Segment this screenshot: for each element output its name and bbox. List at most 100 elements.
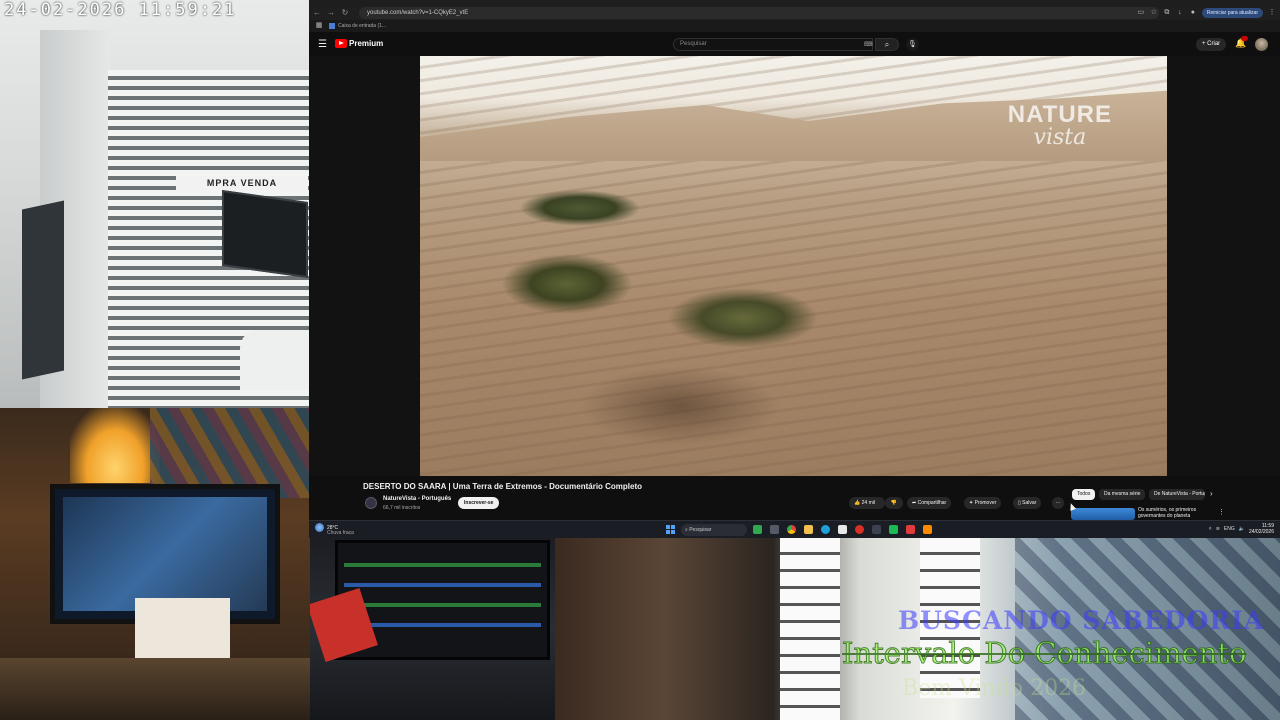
chip-all[interactable]: Todos	[1072, 489, 1096, 500]
taskbar-search-label: Pesquisar	[689, 527, 712, 533]
sparkle-icon: ✦	[969, 500, 974, 506]
windows-taskbar: 28°C Chuva fraca ⌕ Pesquisar ˄ ≋ ENG 🔈 1…	[309, 520, 1280, 538]
rain-cloud-icon	[315, 523, 324, 532]
save-button[interactable]: ▯ Salvar	[1013, 497, 1042, 509]
account-avatar[interactable]	[1255, 38, 1268, 51]
clock-date: 24/02/2026	[1248, 529, 1274, 535]
tray-chevron-icon[interactable]: ˄	[1209, 526, 1212, 532]
address-bar-row: ← → ↻ youtube.com/watch?v=1-CQkyE2_vtE ▭…	[309, 6, 1280, 20]
keyboard-icon[interactable]: ⌨	[864, 41, 873, 48]
notification-badge	[1241, 36, 1248, 41]
back-icon[interactable]: ←	[311, 7, 323, 19]
taskbar-app-icon-3[interactable]	[889, 525, 898, 534]
like-button[interactable]: 👍 24 mil	[849, 497, 885, 509]
create-button[interactable]: + Criar	[1196, 38, 1227, 51]
video-title: DESERTO DO SAARA | Uma Terra de Extremos…	[363, 482, 643, 491]
voice-search-button[interactable]: 🎙	[906, 38, 919, 51]
channel-watermark: NATURE vista	[1008, 101, 1112, 150]
recommendation-title[interactable]: Os sumérios, os primeiros governantes do…	[1138, 507, 1218, 519]
window-grille	[780, 538, 840, 720]
weather-description: Chuva fraca	[327, 530, 354, 536]
restart-to-update-button[interactable]: Reiniciar para atualizar	[1201, 8, 1263, 18]
subscribe-button[interactable]: Inscrever-se	[458, 497, 500, 509]
lamp-light	[70, 408, 160, 483]
microphone-icon: 🎙	[908, 41, 917, 48]
extensions-icon[interactable]: ⧉	[1163, 9, 1171, 17]
search-button[interactable]: ⌕	[875, 38, 899, 51]
taskbar-app-icon-1[interactable]	[753, 525, 762, 534]
browser-window: ← → ↻ youtube.com/watch?v=1-CQkyE2_vtE ▭…	[309, 0, 1280, 520]
search-icon: ⌕	[884, 40, 890, 49]
downloads-icon[interactable]: ↓	[1176, 9, 1184, 17]
shop-sign: MPRA VENDA	[176, 176, 308, 190]
hanging-laptop	[222, 189, 308, 279]
overlay-title: BUSCANDO SABEDORIA	[898, 606, 1265, 635]
like-count: 24 mil	[861, 500, 875, 506]
bookmark-inbox[interactable]: Caixa de entrada (1...	[329, 20, 386, 32]
wifi-icon[interactable]: ≋	[1216, 526, 1220, 532]
promote-label: Promover	[974, 500, 997, 506]
thumbs-down-icon: 👎	[890, 500, 898, 506]
dislike-button[interactable]: 👎	[885, 497, 903, 509]
overlay-subtitle: Intervalo Do Conhecimento	[842, 636, 1247, 671]
url-field[interactable]: youtube.com/watch?v=1-CQkyE2_vtE	[359, 7, 1159, 19]
file-explorer-icon[interactable]	[804, 525, 813, 534]
speaker-icon[interactable]: 🔈	[1239, 526, 1245, 532]
chip-same-series[interactable]: Da mesma série	[1099, 489, 1146, 500]
screen-cast-icon[interactable]: ▭	[1137, 9, 1145, 17]
parked-car	[240, 330, 309, 390]
bookmark-icon: ▯	[1018, 500, 1021, 506]
taskbar-app-icon-2[interactable]	[770, 525, 779, 534]
taskbar-search[interactable]: ⌕ Pesquisar	[681, 524, 747, 536]
vlc-icon[interactable]	[923, 525, 932, 534]
youtube-header: ☰ Premium Pesquisar ⌨ ⌕ 🎙 + Criar 🔔	[309, 32, 1280, 56]
edge-icon[interactable]	[821, 525, 830, 534]
chrome-icon[interactable]	[787, 525, 796, 534]
camera-timestamp: 24-02-2026 11:59:21	[4, 0, 237, 20]
taskbar-app-icon-4[interactable]	[906, 525, 915, 534]
thumbs-up-icon: 👍	[854, 500, 861, 506]
camera-feed-desk	[0, 408, 310, 720]
recommendation-thumbnail[interactable]	[1071, 508, 1135, 520]
search-icon: ⌕	[685, 527, 688, 533]
share-icon: ➦	[912, 500, 917, 506]
recommendation-menu-icon[interactable]: ⋮	[1218, 508, 1225, 516]
taskbar-clock[interactable]: 11:59 24/02/2026	[1249, 523, 1274, 535]
reload-icon[interactable]: ↻	[339, 7, 351, 19]
language-indicator[interactable]: ENG	[1224, 526, 1235, 532]
channel-name[interactable]: NatureVista - Português	[383, 496, 451, 502]
promote-button[interactable]: ✦ Promover	[964, 497, 1002, 509]
store-icon[interactable]	[838, 525, 847, 534]
more-actions-button[interactable]: ···	[1052, 497, 1064, 509]
browser-toolbar-right: ▭ ☆ ⧉ ↓ ● Reiniciar para atualizar ⋮	[1137, 7, 1276, 19]
profile-icon[interactable]: ●	[1189, 9, 1197, 17]
bookmark-favicon-icon	[329, 23, 335, 29]
youtube-logo-text: Premium	[349, 39, 384, 48]
desk-surface	[0, 658, 310, 720]
system-tray: ˄ ≋ ENG 🔈 11:59 24/02/2026	[1209, 523, 1274, 535]
weather-widget[interactable]: 28°C Chuva fraca	[315, 523, 354, 536]
menu-dots-icon[interactable]: ⋮	[1268, 9, 1276, 17]
forward-icon[interactable]: →	[325, 7, 337, 19]
star-icon[interactable]: ☆	[1150, 9, 1158, 17]
camera-feed-editing-station	[310, 535, 555, 720]
player-letterbox-right	[1167, 56, 1280, 476]
channel-avatar[interactable]	[365, 497, 377, 509]
video-player[interactable]: NATURE vista	[420, 56, 1167, 476]
obs-icon[interactable]	[872, 525, 881, 534]
youtube-logo[interactable]: Premium	[335, 39, 383, 48]
chevron-right-icon[interactable]: ›	[1210, 489, 1213, 498]
opera-icon[interactable]	[855, 525, 864, 534]
chip-from-channel[interactable]: De NatureVista - Português	[1149, 489, 1205, 500]
bookmarks-bar: ▦ Caixa de entrada (1...	[309, 20, 1280, 32]
apps-grid-icon[interactable]: ▦	[315, 22, 323, 30]
player-letterbox-left	[309, 56, 420, 476]
search-input[interactable]: Pesquisar	[673, 38, 873, 51]
start-button[interactable]	[666, 525, 675, 534]
bookmark-label: Caixa de entrada (1...	[338, 23, 387, 29]
save-label: Salvar	[1022, 500, 1037, 506]
share-label: Compartilhar	[917, 500, 947, 506]
hamburger-menu-icon[interactable]: ☰	[318, 39, 327, 50]
share-button[interactable]: ➦ Compartilhar	[907, 497, 952, 509]
camera-feed-entrance: MPRA VENDA 24-02-2026 11:59:21	[0, 0, 309, 408]
